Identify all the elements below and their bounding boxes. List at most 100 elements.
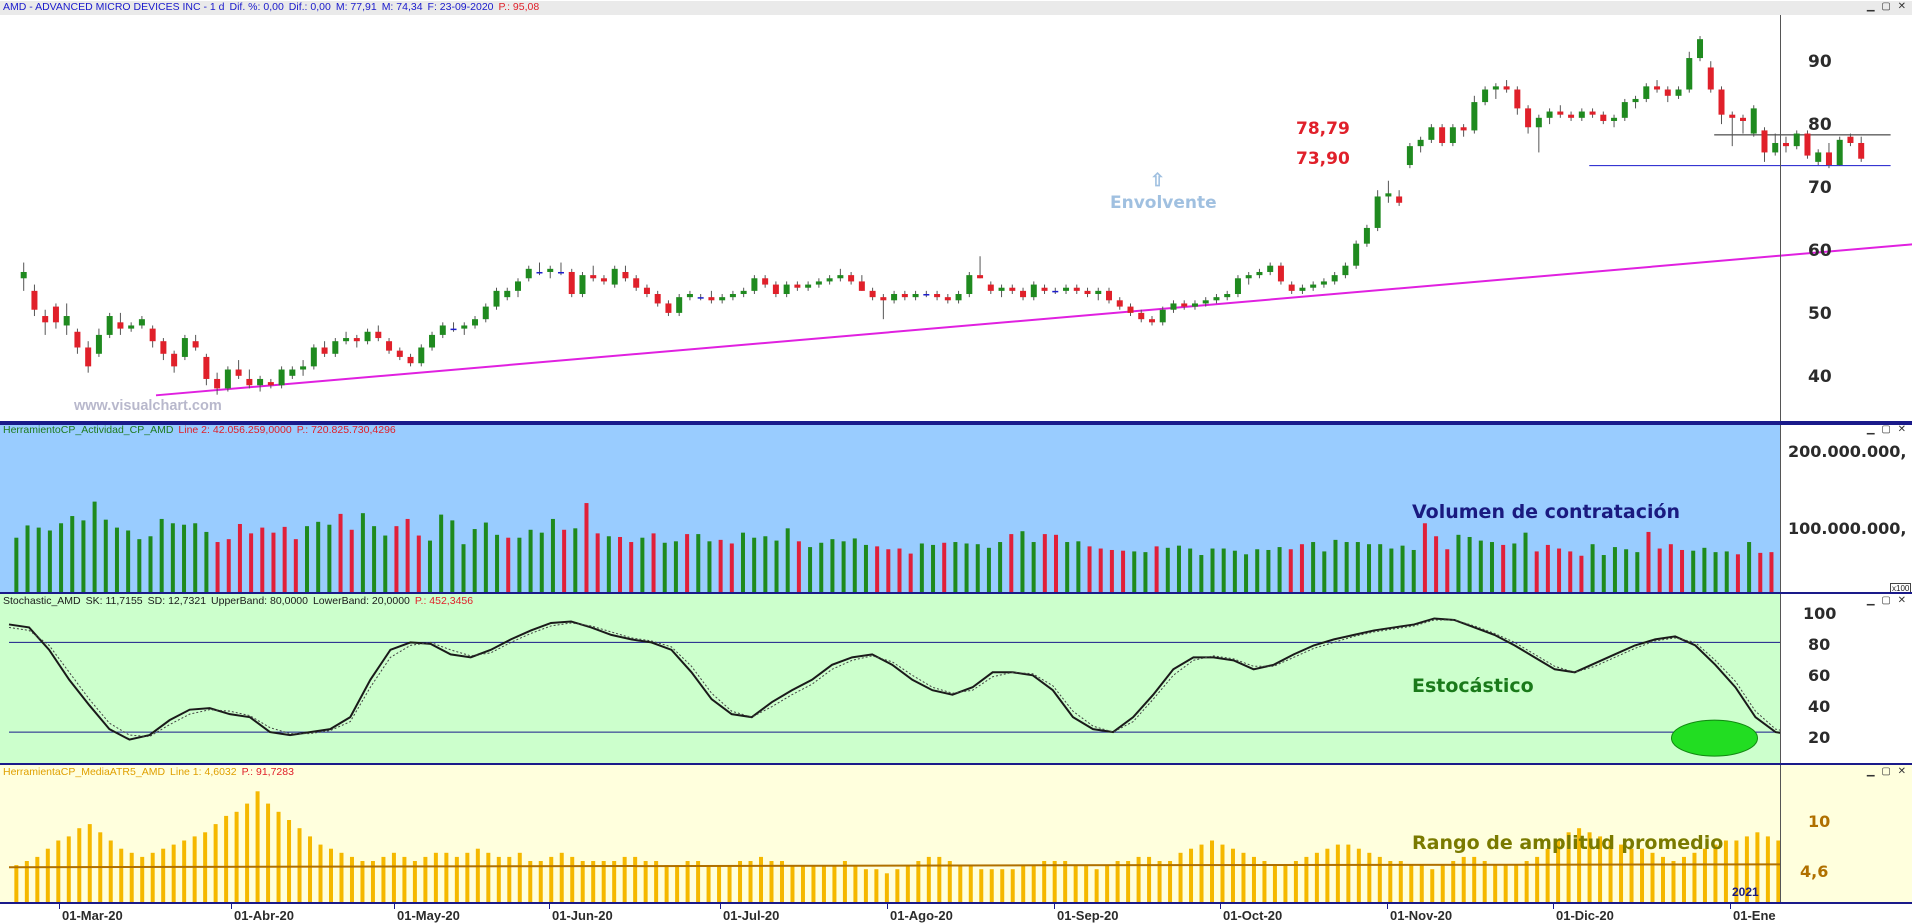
atr-bar (454, 856, 459, 902)
stochastic-window-buttons[interactable]: ▁ ▢ ✕ (1867, 595, 1908, 606)
volume-bar (271, 532, 276, 592)
volume-bar (651, 533, 656, 592)
atr-bar (958, 865, 963, 902)
candle-body (375, 331, 382, 339)
candle-body (278, 369, 285, 386)
header-field-6: P.: 95,08 (498, 1, 540, 13)
candle-body (1095, 290, 1102, 295)
volume-bar (975, 544, 980, 592)
volume-window-buttons[interactable]: ▁ ▢ ✕ (1867, 424, 1908, 435)
atr-bar (339, 852, 344, 902)
volume-bar (1501, 544, 1506, 592)
level-low-label: 73,90 (1296, 149, 1350, 169)
candle-body (386, 341, 393, 351)
volume-bar (808, 547, 813, 592)
candle-body (611, 268, 618, 285)
volume-bar (595, 533, 600, 592)
atr-bar (1723, 840, 1728, 902)
candle-body (52, 306, 59, 323)
volume-bar (919, 543, 924, 592)
volume-bar (204, 531, 209, 592)
candle-body (654, 294, 661, 304)
volume-bar (170, 523, 175, 592)
atr-bar (1545, 848, 1550, 902)
candle-body (407, 356, 414, 364)
candle-body (1191, 303, 1198, 307)
volume-bar (1422, 523, 1427, 592)
volume-bar (562, 529, 567, 592)
candle-body (1041, 287, 1048, 291)
candle-body (1353, 243, 1360, 266)
volume-bar (1299, 544, 1304, 592)
atr-bar (1346, 844, 1351, 902)
candle-body (203, 356, 210, 379)
candle-body (1234, 278, 1241, 295)
candle-body (1009, 287, 1016, 291)
x-tick-mark (720, 904, 721, 909)
atr-bar (507, 856, 512, 902)
volume-bar (1322, 551, 1327, 592)
candle-body (289, 369, 296, 376)
volume-bar (1288, 549, 1293, 592)
volume-bar (293, 539, 298, 592)
x-tick-mark (231, 904, 232, 909)
atr-bar (1451, 861, 1456, 902)
atr-bar (633, 856, 638, 902)
atr-bar (800, 865, 805, 902)
price-chart (20, 36, 1912, 397)
atr-bar (916, 861, 921, 902)
atr-bar (1272, 865, 1277, 902)
candle-body (1546, 111, 1553, 118)
volume-header: HerramientoCP_Actividad_CP_AMD Line 2: 42… (3, 424, 401, 436)
candle-body (934, 294, 941, 298)
volume-bar (1680, 549, 1685, 592)
candle-body (160, 341, 167, 354)
atr-panel: HerramientaCP_MediaATR5_AMD Line 1: 4,603… (0, 765, 1912, 902)
volume-bar (1378, 544, 1383, 592)
volume-bar (908, 553, 913, 592)
volume-bar (70, 516, 75, 592)
volume-bar (1311, 542, 1316, 592)
price-window-buttons[interactable]: ▁ ▢ ✕ (1867, 1, 1908, 12)
atr-bar (45, 848, 50, 902)
candle-body (1213, 297, 1220, 301)
candle-body (794, 284, 801, 288)
header-field-0: HerramientaCP_MediaATR5_AMD (3, 766, 166, 778)
volume-tick-200m: 200.000.000, (1788, 442, 1907, 461)
candle-body (171, 353, 178, 367)
candle-body (977, 275, 984, 279)
date-axis: 01-Mar-20 01-Abr-20 01-May-20 01-Jun-20 01-J… (0, 902, 1912, 923)
volume-bar (114, 527, 119, 592)
candle-body (31, 290, 38, 310)
volume-bar (1165, 547, 1170, 592)
atr-bar (1514, 865, 1519, 902)
volume-bar (1769, 552, 1774, 592)
candle-body (1428, 127, 1435, 140)
header-field-1: Line 1: 4,6032 (170, 766, 237, 778)
candle-body (461, 325, 468, 329)
watermark: www.visualchart.com (74, 398, 222, 414)
atr-bar (1440, 865, 1445, 902)
candle-body (1202, 300, 1209, 304)
atr-bar (161, 848, 166, 902)
atr-bar (56, 840, 61, 902)
volume-bar (193, 523, 198, 592)
price-tick-40: 40 (1808, 367, 1832, 387)
atr-bar (433, 852, 438, 902)
atr-bar (213, 824, 218, 902)
atr-bar (14, 865, 19, 902)
volume-bar (472, 529, 477, 592)
volume-bar (1389, 548, 1394, 592)
candle-body (1116, 300, 1123, 307)
atr-window-buttons[interactable]: ▁ ▢ ✕ (1867, 766, 1908, 777)
volume-bar (863, 544, 868, 592)
atr-bar (444, 852, 449, 902)
atr-bar (821, 865, 826, 902)
atr-bar (1115, 861, 1120, 902)
atr-bar (685, 861, 690, 902)
candle-body (74, 331, 81, 348)
stoch-tick-40: 40 (1808, 697, 1831, 716)
volume-bar (1154, 546, 1159, 592)
atr-bar (654, 861, 659, 902)
atr-bar (884, 873, 889, 902)
